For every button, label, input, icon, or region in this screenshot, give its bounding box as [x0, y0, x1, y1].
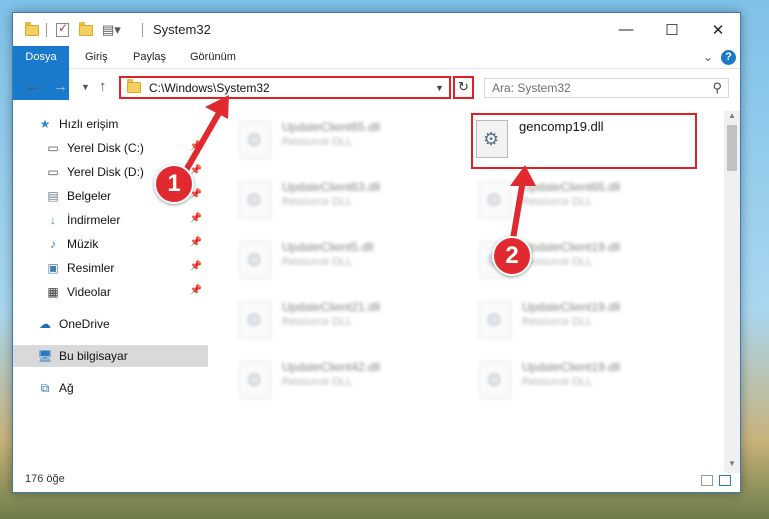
step-2-badge: 2: [492, 236, 532, 276]
annotation-arrows: [182, 95, 536, 248]
arrow-2-head: [510, 165, 536, 186]
arrow-1: [182, 103, 226, 175]
step-1-badge: 1: [154, 164, 194, 204]
